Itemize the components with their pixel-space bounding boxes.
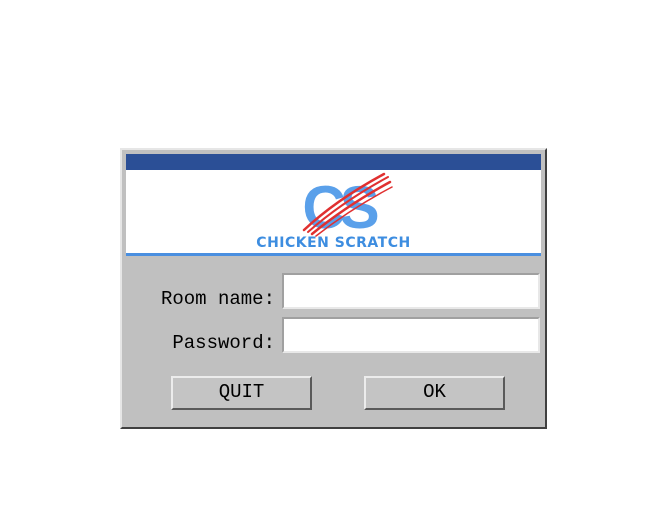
logo-wordmark: CHICKEN SCRATCH — [256, 235, 411, 251]
ok-button[interactable]: OK — [364, 376, 505, 410]
room-name-label: Room name: — [160, 288, 275, 310]
logo-banner: CS CHICKEN SCRATCH — [126, 170, 541, 256]
login-dialog: CS CHICKEN SCRATCH Room name: Password: … — [120, 148, 547, 429]
room-name-input[interactable] — [282, 273, 540, 309]
dialog-titlebar[interactable] — [126, 154, 541, 170]
password-input[interactable] — [282, 317, 540, 353]
quit-button[interactable]: QUIT — [171, 376, 312, 410]
password-label: Password: — [172, 332, 275, 354]
